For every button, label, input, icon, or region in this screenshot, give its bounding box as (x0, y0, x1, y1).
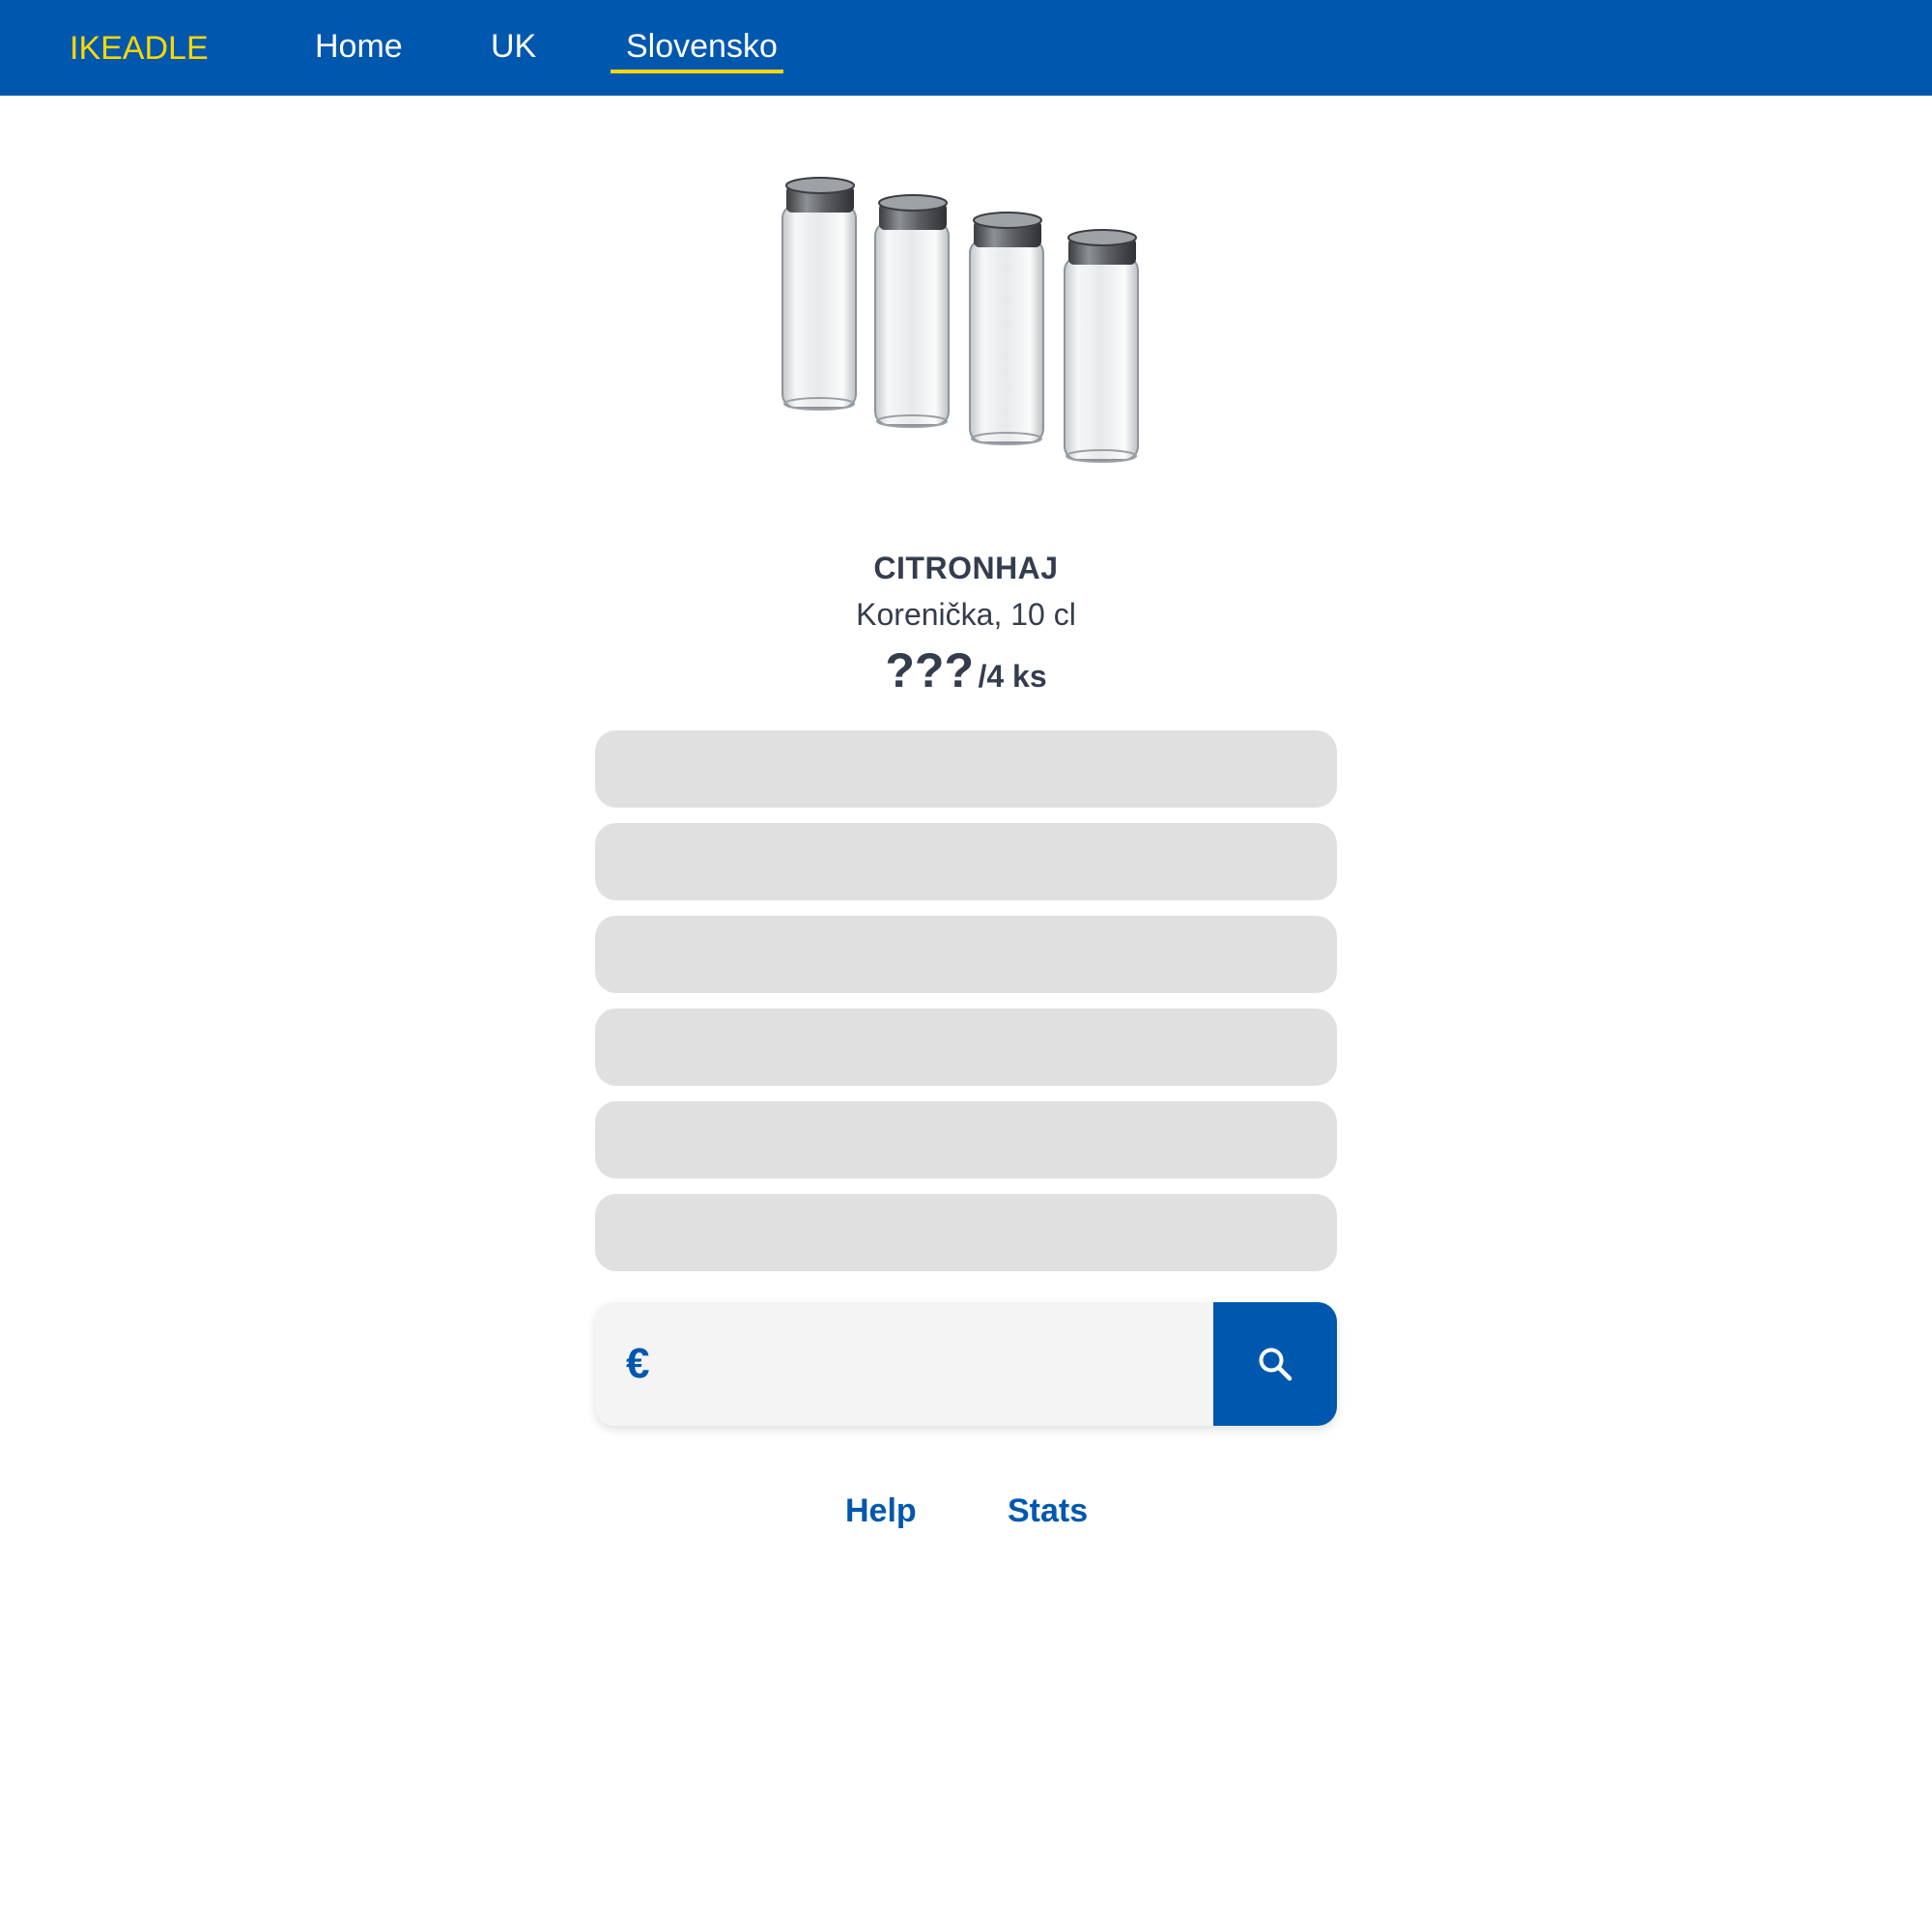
guess-slot (595, 916, 1337, 993)
guess-slot (595, 1194, 1337, 1271)
currency-symbol: € (626, 1340, 650, 1387)
price-unit: /4 ks (978, 659, 1047, 694)
product-description: Korenička, 10 cl (856, 597, 1076, 632)
price-guess-form: € (595, 1302, 1337, 1426)
nav-uk-link[interactable]: UK (491, 27, 536, 66)
submit-guess-button[interactable] (1213, 1302, 1337, 1426)
spice-jar (1064, 229, 1139, 463)
guess-slot (595, 1101, 1337, 1179)
product-name: CITRONHAJ (873, 551, 1059, 585)
active-nav-indicator (611, 70, 783, 73)
spice-jar (874, 194, 950, 428)
brand-logo-link[interactable]: IKEADLE (70, 29, 209, 68)
product-price: ??? /4 ks (0, 641, 1932, 712)
price-guess-input[interactable] (676, 1302, 1227, 1426)
nav-home-link[interactable]: Home (315, 27, 403, 66)
guess-slot (595, 730, 1337, 808)
spice-jar (781, 177, 857, 411)
stats-link[interactable]: Stats (1008, 1492, 1088, 1530)
price-hidden-value: ??? (885, 643, 974, 697)
search-icon (1259, 1348, 1293, 1381)
guess-slot (595, 823, 1337, 900)
spice-jars-image (781, 177, 1139, 463)
top-navigation-bar: IKEADLE Home UK Slovensko (0, 0, 1932, 96)
spice-jar (969, 212, 1044, 445)
help-link[interactable]: Help (845, 1492, 917, 1530)
guess-slots (595, 730, 1337, 1287)
guess-slot (595, 1009, 1337, 1086)
nav-slovensko-link[interactable]: Slovensko (626, 27, 778, 66)
